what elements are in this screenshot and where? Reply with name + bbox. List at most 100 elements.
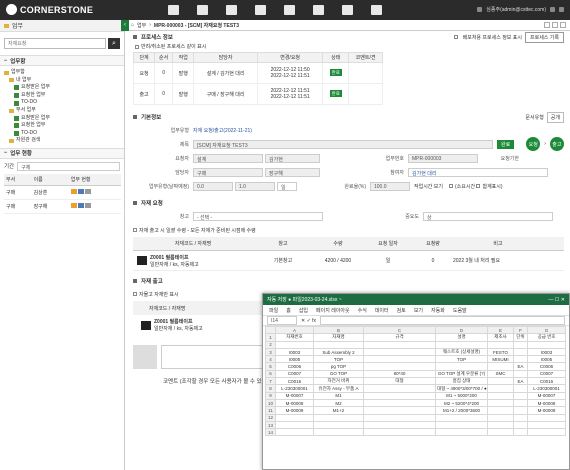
excel-titlebar[interactable]: 자동 저장 ● 파일2023-03-24.xlsx ~ — ☐ ✕ bbox=[263, 294, 569, 305]
nav-icon-3[interactable] bbox=[226, 5, 237, 15]
table-row[interactable]: 2 bbox=[265, 340, 566, 349]
close-icon[interactable] bbox=[560, 22, 566, 28]
table-row[interactable]: 10 M-00008 M2 M2 ~ 5200*4*200 M-00008 bbox=[265, 398, 566, 408]
avatar-icon bbox=[477, 7, 483, 12]
menu-item[interactable]: 홈 bbox=[286, 307, 291, 314]
menu-item[interactable]: 수식 bbox=[358, 307, 367, 314]
main-header: ‹ ⌂ 업무 › MPR-000003 - [SCM] 자재요청 TEST3 bbox=[121, 20, 570, 31]
table-row[interactable]: 1 자재번호 자재명 규격 설명 제조사 단위 공급 번호 bbox=[265, 333, 566, 342]
left-search: ⌕ bbox=[4, 38, 120, 49]
menu-item[interactable]: 자동화 bbox=[431, 307, 445, 314]
table-row[interactable]: 9 M-00007 M1 M1 ~ 5000*200 M-00007 bbox=[265, 391, 566, 400]
req-section: 자재 요청 bbox=[127, 197, 570, 209]
tree-item[interactable]: 업무함 bbox=[4, 69, 120, 77]
doc-type-select[interactable]: 공개 bbox=[546, 111, 564, 123]
table-row[interactable]: 5 C0006 pg TOP EA C0006 bbox=[265, 362, 566, 371]
table-row[interactable]: 구매 김상훈 bbox=[4, 185, 121, 200]
filter-select[interactable]: 구체 bbox=[17, 161, 120, 171]
nav-icon-5[interactable] bbox=[284, 5, 295, 15]
nav-icon-6[interactable] bbox=[313, 5, 324, 15]
process-history-button[interactable]: 프로세스 기록 bbox=[525, 31, 564, 43]
tree-item[interactable]: 요청한 업무 bbox=[4, 122, 120, 130]
table-row[interactable]: 4 I0005 TOP TOP MISUMI I0005 bbox=[265, 355, 566, 364]
task-icon bbox=[14, 115, 19, 121]
flow-section: 프로세스 정보 배포처용 프로세스 정보 표시 프로세스 기록 bbox=[127, 31, 570, 43]
status-table: 부서 이름 업무 현황 구매 김상훈 구매 장구해 bbox=[4, 173, 121, 214]
priority-select[interactable]: 상 bbox=[423, 211, 553, 221]
top-nav bbox=[168, 5, 382, 15]
complete-button[interactable]: 완료 bbox=[497, 139, 515, 149]
warehouse-select[interactable]: - 선택 - bbox=[193, 211, 323, 221]
top-bar: CORNERSTONE 심종주(admin@csttec.com) bbox=[0, 0, 570, 20]
table-row[interactable]: 8 L-230300001 유전자 Assy - 부품 A 대형 ~ 4900*3/0… bbox=[265, 384, 566, 393]
table-row[interactable]: 출고 0 발행 구매 / 장구해 대리 2022-12-12 11:51 2022-12-… bbox=[132, 83, 383, 105]
search-button[interactable]: ⌕ bbox=[108, 38, 120, 49]
table-row[interactable]: 11 M-00009 M1+2 M1+2 / 2000*3600 M-00009 bbox=[265, 406, 566, 415]
table-row[interactable]: 14 bbox=[265, 428, 566, 437]
menu-item[interactable]: 파일 bbox=[269, 307, 278, 314]
left-header: 업무 bbox=[0, 20, 124, 32]
menu-item[interactable]: 검토 bbox=[397, 307, 406, 314]
step-release[interactable]: 출고 bbox=[549, 137, 564, 151]
window-icon[interactable] bbox=[544, 22, 550, 28]
formula-bar[interactable]: I14 ✕ ✓ fx bbox=[263, 316, 569, 326]
folder-icon bbox=[9, 78, 14, 83]
logout-icon[interactable] bbox=[559, 7, 564, 12]
user-area[interactable]: 심종주(admin@csttec.com) bbox=[477, 6, 564, 13]
folder-icon bbox=[9, 108, 14, 113]
table-row[interactable]: 7 C0016 자전거 바퀴 대형 흠집 상태 EA C0016 bbox=[265, 377, 566, 386]
logo[interactable]: CORNERSTONE bbox=[6, 4, 93, 15]
section-inbox[interactable]: − 업무함 bbox=[0, 55, 124, 66]
nav-icon-2[interactable] bbox=[197, 5, 208, 15]
spreadsheet-grid[interactable]: ABCDEFGH1자재번호자재명규격설명제조사단위공급 번호23I0003Sub… bbox=[265, 325, 566, 437]
tree-item[interactable]: 자원관 검색 bbox=[4, 137, 120, 145]
section-status[interactable]: − 업무 현황 bbox=[0, 147, 124, 159]
table-row[interactable]: 구매 장구해 bbox=[4, 199, 121, 214]
avatar bbox=[133, 345, 157, 369]
menu-item[interactable]: 삽입 bbox=[299, 307, 308, 314]
cell-ref[interactable]: I14 bbox=[267, 316, 297, 325]
table-row[interactable]: 3 I0003 Sub Assembly 2 웨스트호 (상세설명) FESTO I000… bbox=[265, 347, 566, 357]
collapse-tab[interactable]: ‹ bbox=[121, 20, 129, 31]
type-link[interactable]: 자재 요청/출고(2022-11-21) bbox=[193, 127, 252, 134]
subject-field[interactable]: [SCM] 자재요청 TEST3 bbox=[193, 139, 493, 149]
gear-icon[interactable] bbox=[552, 22, 558, 28]
home-icon[interactable]: ⌂ bbox=[131, 22, 134, 28]
folder-icon bbox=[4, 23, 9, 28]
task-icon bbox=[14, 123, 19, 129]
excel-window[interactable]: 자동 저장 ● 파일2023-03-24.xlsx ~ — ☐ ✕ 파일 홈 삽입 페이… bbox=[262, 293, 570, 470]
task-icon bbox=[14, 85, 19, 91]
status-filter: 기간 구체 bbox=[0, 159, 124, 174]
menu-item[interactable]: 데이터 bbox=[375, 307, 389, 314]
task-icon bbox=[14, 93, 19, 99]
table-row[interactable]: Z0001 필름테이프 일반자재 / ks, 자동제고 기본창고 4200 / 420… bbox=[133, 251, 564, 271]
table-row[interactable]: 12 bbox=[265, 413, 566, 422]
settings-icon[interactable] bbox=[550, 7, 555, 12]
flow-table: 단계 순서 작업 담당자 변경/요청 상태 코멘트/견 요청 0 발행 설계 / 김가현 대리 202… bbox=[132, 52, 383, 105]
tree-item[interactable]: TO-DO bbox=[4, 99, 120, 107]
tree-item[interactable]: 요청한 업무 bbox=[4, 92, 120, 100]
menu-item[interactable]: 페이지 레이아웃 bbox=[316, 307, 350, 314]
dash-icon: − bbox=[4, 57, 8, 64]
page-title: MPR-000003 - [SCM] 자재요청 TEST3 bbox=[153, 22, 239, 29]
task-icon bbox=[14, 100, 19, 106]
basic-form: 업무유형 자재 요청/출고(2022-11-21) 제목 [SCM] 자재요청 TE… bbox=[133, 123, 564, 193]
table-row[interactable]: 요청 0 발행 설계 / 김가현 대리 2022-12-12 11:50 2022-12-… bbox=[132, 62, 383, 84]
tree-item[interactable]: 부서 업무 bbox=[4, 107, 120, 115]
menu-item[interactable]: 도움말 bbox=[453, 307, 467, 314]
search-input[interactable] bbox=[4, 38, 106, 49]
menu-item[interactable]: 보기 bbox=[414, 307, 423, 314]
logo-mark-icon bbox=[6, 4, 17, 15]
table-row[interactable]: 6 C0007 GO TOP 80*40 GO TOP 설계 우분류 (?) SMC C00… bbox=[265, 369, 566, 379]
table-row[interactable]: 13 bbox=[265, 420, 566, 430]
brand-name: CORNERSTONE bbox=[20, 4, 94, 15]
nav-icon-7[interactable] bbox=[342, 5, 353, 15]
nav-icon-4[interactable] bbox=[255, 5, 266, 15]
basic-section: 기본정보 문서유형 공개 bbox=[127, 111, 570, 123]
step-request[interactable]: 요청 bbox=[526, 137, 541, 151]
tree: 업무함 내 업무 요청받은 업무 요청한 업무 TO-DO 부서 업무 요청받은 업무 요청한… bbox=[0, 66, 124, 148]
tree-item[interactable]: 요청받은 업무 bbox=[4, 84, 120, 92]
nav-icon-8[interactable] bbox=[371, 5, 382, 15]
nav-icon-1[interactable] bbox=[168, 5, 179, 15]
folder-icon bbox=[4, 70, 9, 75]
